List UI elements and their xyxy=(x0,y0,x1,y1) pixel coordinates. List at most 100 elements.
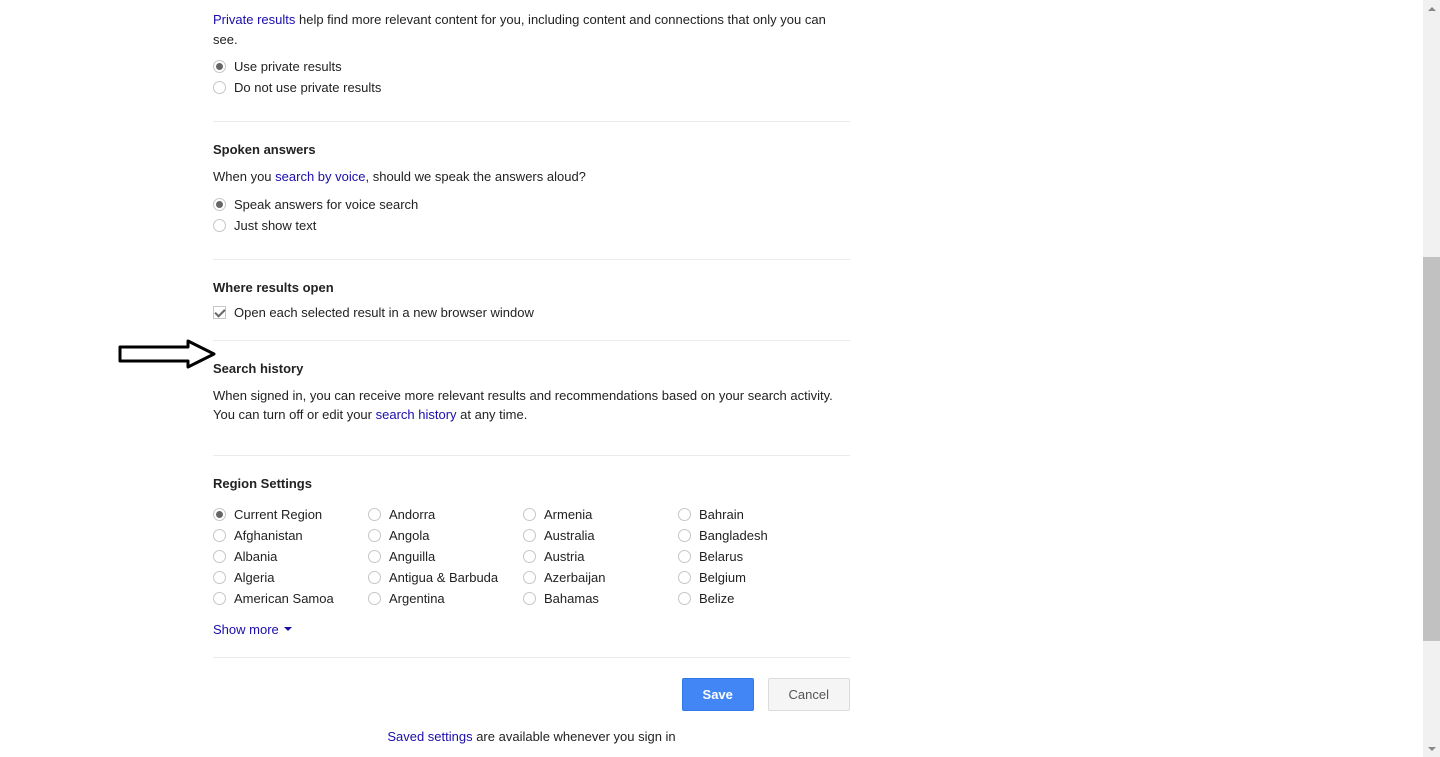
scrollbar-up-button[interactable] xyxy=(1423,0,1440,17)
radio-icon xyxy=(368,592,381,605)
radio-label: American Samoa xyxy=(234,591,334,606)
cancel-button[interactable]: Cancel xyxy=(768,678,850,711)
caret-down-icon xyxy=(284,627,292,631)
region-azerbaijan[interactable]: Azerbaijan xyxy=(523,570,678,585)
radio-icon xyxy=(213,60,226,73)
scrollbar-thumb[interactable] xyxy=(1423,257,1440,641)
checkbox-icon xyxy=(213,306,226,319)
radio-icon xyxy=(213,571,226,584)
radio-icon xyxy=(368,550,381,563)
region-andorra[interactable]: Andorra xyxy=(368,507,523,522)
spoken-answers-title: Spoken answers xyxy=(213,142,850,157)
region-columns: Current Region Afghanistan Albania Alger… xyxy=(213,501,850,612)
radio-icon xyxy=(678,529,691,542)
radio-label: Belarus xyxy=(699,549,743,564)
region-angola[interactable]: Angola xyxy=(368,528,523,543)
radio-label: Belize xyxy=(699,591,734,606)
region-belgium[interactable]: Belgium xyxy=(678,570,833,585)
region-bahrain[interactable]: Bahrain xyxy=(678,507,833,522)
region-bangladesh[interactable]: Bangladesh xyxy=(678,528,833,543)
radio-icon xyxy=(213,198,226,211)
radio-icon xyxy=(368,571,381,584)
radio-label: Bahamas xyxy=(544,591,599,606)
radio-icon xyxy=(678,592,691,605)
radio-icon xyxy=(213,219,226,232)
region-settings-section: Region Settings Current Region Afghanist… xyxy=(213,476,850,658)
radio-icon xyxy=(523,529,536,542)
checkbox-label: Open each selected result in a new brows… xyxy=(234,305,534,320)
radio-icon xyxy=(213,550,226,563)
radio-label: Algeria xyxy=(234,570,274,585)
search-by-voice-link[interactable]: search by voice xyxy=(275,169,365,184)
region-australia[interactable]: Australia xyxy=(523,528,678,543)
radio-donot-private[interactable]: Do not use private results xyxy=(213,80,850,95)
chevron-down-icon xyxy=(1428,747,1436,751)
radio-label: Australia xyxy=(544,528,595,543)
radio-icon xyxy=(213,592,226,605)
region-argentina[interactable]: Argentina xyxy=(368,591,523,606)
radio-icon xyxy=(213,81,226,94)
spoken-desc-after: , should we speak the answers aloud? xyxy=(365,169,585,184)
radio-label: Speak answers for voice search xyxy=(234,197,418,212)
private-results-section: Private results help find more relevant … xyxy=(213,0,850,122)
radio-label: Albania xyxy=(234,549,277,564)
where-results-open-section: Where results open Open each selected re… xyxy=(213,280,850,341)
button-row: Save Cancel xyxy=(213,678,850,711)
region-armenia[interactable]: Armenia xyxy=(523,507,678,522)
spoken-desc-before: When you xyxy=(213,169,275,184)
region-afghanistan[interactable]: Afghanistan xyxy=(213,528,368,543)
radio-icon xyxy=(678,550,691,563)
saved-settings-link[interactable]: Saved settings xyxy=(387,729,472,744)
region-austria[interactable]: Austria xyxy=(523,549,678,564)
search-history-link[interactable]: search history xyxy=(376,407,457,422)
region-algeria[interactable]: Algeria xyxy=(213,570,368,585)
arrow-annotation-icon xyxy=(118,339,218,369)
radio-icon xyxy=(523,508,536,521)
show-more-text: Show more xyxy=(213,622,279,637)
open-new-window-checkbox-row[interactable]: Open each selected result in a new brows… xyxy=(213,305,850,320)
footer-after: are available whenever you sign in xyxy=(473,729,676,744)
radio-label: Angola xyxy=(389,528,429,543)
footer-note: Saved settings are available whenever yo… xyxy=(213,729,850,744)
radio-label: Use private results xyxy=(234,59,342,74)
radio-icon xyxy=(523,592,536,605)
radio-label: Argentina xyxy=(389,591,445,606)
search-history-title: Search history xyxy=(213,361,850,376)
scrollbar-down-button[interactable] xyxy=(1423,740,1440,757)
radio-label: Bangladesh xyxy=(699,528,768,543)
radio-speak-answers[interactable]: Speak answers for voice search xyxy=(213,197,850,212)
radio-icon xyxy=(678,508,691,521)
radio-icon xyxy=(213,529,226,542)
radio-label: Austria xyxy=(544,549,584,564)
private-results-link[interactable]: Private results xyxy=(213,12,295,27)
region-belize[interactable]: Belize xyxy=(678,591,833,606)
radio-use-private[interactable]: Use private results xyxy=(213,59,850,74)
radio-label: Antigua & Barbuda xyxy=(389,570,498,585)
chevron-up-icon xyxy=(1428,7,1436,11)
search-history-section: Search history When signed in, you can r… xyxy=(213,361,850,456)
save-button[interactable]: Save xyxy=(682,678,754,711)
radio-label: Do not use private results xyxy=(234,80,381,95)
private-results-desc-text: help find more relevant content for you,… xyxy=(213,12,826,47)
show-more-link[interactable]: Show more xyxy=(213,622,292,637)
spoken-answers-section: Spoken answers When you search by voice,… xyxy=(213,142,850,260)
radio-label: Just show text xyxy=(234,218,316,233)
radio-icon xyxy=(678,571,691,584)
radio-icon xyxy=(523,571,536,584)
spoken-description: When you search by voice, should we spea… xyxy=(213,167,850,187)
radio-show-text[interactable]: Just show text xyxy=(213,218,850,233)
region-bahamas[interactable]: Bahamas xyxy=(523,591,678,606)
history-desc-after: at any time. xyxy=(457,407,528,422)
private-results-description: Private results help find more relevant … xyxy=(213,10,850,49)
radio-label: Armenia xyxy=(544,507,592,522)
region-antigua-barbuda[interactable]: Antigua & Barbuda xyxy=(368,570,523,585)
region-belarus[interactable]: Belarus xyxy=(678,549,833,564)
region-american-samoa[interactable]: American Samoa xyxy=(213,591,368,606)
radio-icon xyxy=(213,508,226,521)
radio-label: Azerbaijan xyxy=(544,570,605,585)
scrollbar-track[interactable] xyxy=(1423,0,1440,757)
region-current-region[interactable]: Current Region xyxy=(213,507,368,522)
region-anguilla[interactable]: Anguilla xyxy=(368,549,523,564)
radio-icon xyxy=(368,508,381,521)
region-albania[interactable]: Albania xyxy=(213,549,368,564)
